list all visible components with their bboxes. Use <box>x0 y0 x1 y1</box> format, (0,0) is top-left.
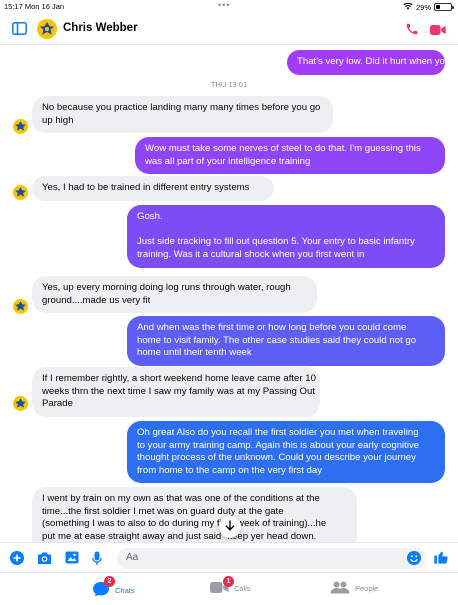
thumbs-up-icon[interactable] <box>433 549 449 570</box>
message-text: ground....made us very fit <box>42 294 151 306</box>
message-text: If I remember rightly, a short weekend h… <box>42 373 316 384</box>
message-bubble-outgoing[interactable]: And when was the first time or how long … <box>127 316 445 366</box>
contact-avatar-small <box>13 119 28 134</box>
message-text: Just side tracking to fill out question … <box>137 236 415 247</box>
contact-avatar[interactable] <box>37 19 57 39</box>
tab-label: Chats <box>115 585 135 595</box>
chat-thread[interactable]: That's very low. Did it hurt when you la… <box>0 45 458 542</box>
message-text: time...the first soldier I met was on gu… <box>42 505 284 517</box>
calls-badge: 1 <box>223 576 234 587</box>
conversation-header: Chris Webber <box>0 14 458 45</box>
timestamp-separator: THU 13:01 <box>210 80 248 89</box>
message-bubble-incoming[interactable]: No because you practice landing many man… <box>32 96 333 133</box>
message-bubble-incoming[interactable]: If I remember rightly, a short weekend h… <box>32 367 320 417</box>
tab-label: People <box>355 584 379 593</box>
chat-bubble-icon: 2 <box>92 576 115 599</box>
message-bubble-incoming[interactable]: Yes, up every morning doing log runs thr… <box>32 276 317 313</box>
message-bubble-incoming[interactable]: I went by train on my own as that was on… <box>32 487 357 542</box>
message-text: Parade <box>42 398 73 409</box>
message-text: up high <box>42 114 74 126</box>
contact-name[interactable]: Chris Webber <box>63 22 138 34</box>
people-icon <box>330 581 350 596</box>
contact-avatar-small <box>13 396 28 411</box>
message-bubble-outgoing[interactable]: Oh great Also do you recall the first so… <box>127 421 445 483</box>
message-text: Oh great Also do you recall the first so… <box>137 427 419 438</box>
message-text: Yes, I had to be trained in different en… <box>42 182 250 193</box>
arrow-down-icon <box>225 520 235 534</box>
message-bubble-outgoing[interactable]: Wow must take some nerves of steel to do… <box>135 137 445 174</box>
camera-icon[interactable] <box>37 551 52 570</box>
message-input[interactable] <box>126 552 396 563</box>
message-text: Yes, up every morning doing log runs thr… <box>42 282 291 293</box>
message-text: No because you practice landing many man… <box>42 102 321 113</box>
tab-chats[interactable]: 2 Chats <box>92 576 135 599</box>
chats-badge: 2 <box>104 576 115 587</box>
message-text: was all part of your intelligence traini… <box>145 155 311 167</box>
phone-call-icon[interactable] <box>405 22 419 41</box>
message-text: Wow must take some nerves of steel to do… <box>145 143 421 154</box>
message-text: weeks thrn the next time I saw my family… <box>42 385 315 397</box>
bottom-tab-bar: 2 Chats 1 Calls People <box>0 572 458 605</box>
wifi-icon <box>403 2 413 12</box>
message-text: I went by train on my own as that was on… <box>42 493 320 504</box>
video-call-icon[interactable] <box>430 23 446 41</box>
battery-percent: 29% <box>415 2 431 12</box>
status-right-group: 29% <box>403 2 454 12</box>
message-text: That's very low. Did it hurt when you la… <box>297 56 458 67</box>
tab-calls[interactable]: 1 Calls <box>210 576 251 596</box>
message-text <box>137 224 435 237</box>
message-text: put me at ease straight away and just sa… <box>42 530 317 542</box>
tab-people[interactable]: People <box>330 581 378 596</box>
message-text: to your army training camp. Again this i… <box>137 439 420 451</box>
battery-icon <box>434 3 454 11</box>
plus-icon[interactable] <box>10 551 24 570</box>
message-bubble-incoming[interactable]: Yes, I had to be trained in different en… <box>32 176 274 201</box>
message-text: home to visit family. The other case stu… <box>137 334 417 346</box>
contact-avatar-small <box>13 299 28 314</box>
message-text: Gosh. <box>137 211 163 222</box>
message-text: training. Was it a cultural shock when y… <box>137 248 365 260</box>
scroll-to-bottom-button[interactable] <box>219 516 241 538</box>
status-time-date: 15:17 Mon 16 Jan <box>4 2 65 11</box>
sidebar-toggle-icon[interactable] <box>12 22 27 40</box>
message-input-container <box>117 548 426 569</box>
video-camera-icon: 1 <box>210 576 234 596</box>
message-text: thought process of the unknown. Could yo… <box>137 452 416 463</box>
emoji-icon[interactable] <box>407 551 421 570</box>
message-text: And when was the first time or how long … <box>137 322 407 333</box>
message-composer <box>0 542 458 572</box>
message-text: (something I was to also to do during my… <box>42 518 327 529</box>
tab-label: Calls <box>234 584 251 593</box>
multitasking-dots-icon[interactable]: ••• <box>218 0 230 10</box>
message-text: home until their tenth week <box>137 347 252 358</box>
gallery-icon[interactable] <box>65 551 79 569</box>
message-bubble-outgoing[interactable]: That's very low. Did it hurt when you la… <box>287 50 458 75</box>
status-bar: 15:17 Mon 16 Jan ••• 29% <box>0 0 458 14</box>
microphone-icon[interactable] <box>92 551 102 571</box>
message-bubble-outgoing[interactable]: Gosh. Just side tracking to fill out que… <box>127 205 445 268</box>
message-text: from home to the camp on the very first … <box>137 464 323 476</box>
contact-avatar-small <box>13 185 28 200</box>
